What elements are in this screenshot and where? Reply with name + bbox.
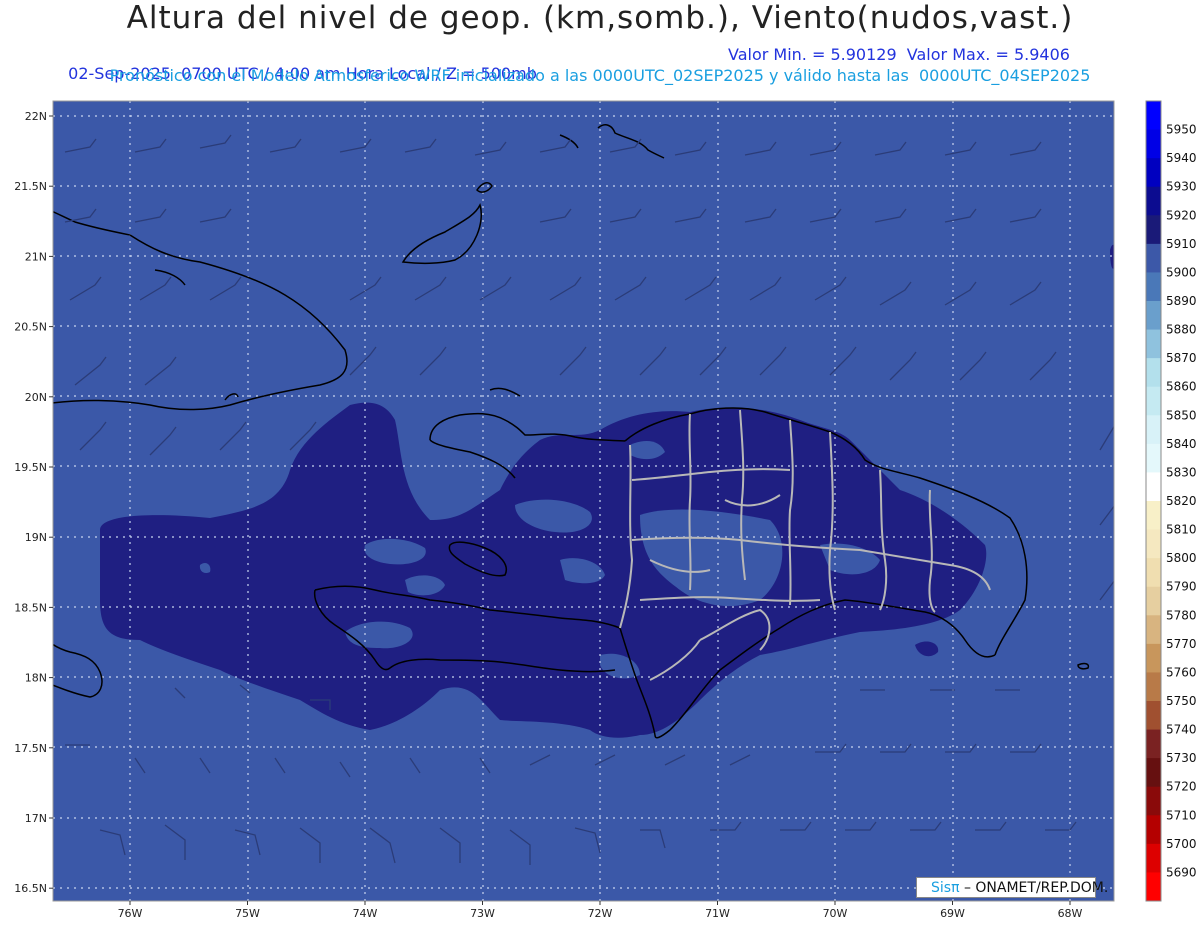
colorbar-swatch xyxy=(1146,158,1161,188)
lat-tick-label: 17.5N xyxy=(14,742,47,755)
lat-tick-label: 18.5N xyxy=(14,601,47,614)
colorbar-swatch xyxy=(1146,615,1161,645)
lon-tick-label: 76W xyxy=(118,907,143,920)
colorbar-swatch xyxy=(1146,443,1161,473)
colorbar-swatch xyxy=(1146,101,1161,131)
colorbar-level-label: 5930 xyxy=(1166,180,1197,194)
colorbar-level-label: 5710 xyxy=(1166,808,1197,822)
colorbar-swatch xyxy=(1146,272,1161,302)
colorbar-swatch xyxy=(1146,643,1161,673)
colorbar-level-label: 5740 xyxy=(1166,723,1197,737)
colorbar-swatch xyxy=(1146,529,1161,559)
colorbar-level-label: 5760 xyxy=(1166,665,1197,679)
colorbar-level-label: 5880 xyxy=(1166,323,1197,337)
colorbar-swatch xyxy=(1146,415,1161,445)
colorbar-swatch xyxy=(1146,329,1161,359)
lat-tick-label: 17N xyxy=(25,812,47,825)
lon-tick-label: 75W xyxy=(235,907,260,920)
lat-tick-label: 20N xyxy=(25,391,47,404)
colorbar-level-label: 5770 xyxy=(1166,637,1197,651)
colorbar-level-label: 5800 xyxy=(1166,551,1197,565)
colorbar-level-label: 5920 xyxy=(1166,208,1197,222)
colorbar-swatch xyxy=(1146,872,1161,902)
colorbar-swatch xyxy=(1146,701,1161,731)
colorbar-level-label: 5870 xyxy=(1166,351,1197,365)
colorbar: 5950 5940 5930 5920 5910 5900 5890 5880 5870 5860… xyxy=(1145,100,1197,902)
colorbar-level-label: 5850 xyxy=(1166,408,1197,422)
colorbar-swatch xyxy=(1146,815,1161,845)
colorbar-swatch xyxy=(1146,301,1161,331)
credit-text: – ONAMET/REP.DOM. xyxy=(959,880,1109,896)
lat-tick-label: 21N xyxy=(25,250,47,263)
credit-box: Sisπ – ONAMET/REP.DOM. xyxy=(916,877,1108,898)
colorbar-swatch xyxy=(1146,843,1161,873)
colorbar-level-label: 5830 xyxy=(1166,465,1197,479)
colorbar-swatch xyxy=(1146,672,1161,702)
colorbar-level-label: 5700 xyxy=(1166,837,1197,851)
colorbar-swatch xyxy=(1146,129,1161,159)
lat-tick-label: 16.5N xyxy=(14,882,47,895)
colorbar-swatch xyxy=(1146,243,1161,273)
colorbar-swatch xyxy=(1146,558,1161,588)
lon-tick-label: 69W xyxy=(940,907,965,920)
lon-tick-label: 72W xyxy=(588,907,613,920)
colorbar-swatch xyxy=(1146,586,1161,616)
colorbar-swatch xyxy=(1146,501,1161,531)
colorbar-swatch xyxy=(1146,472,1161,502)
lat-tick-label: 19N xyxy=(25,531,47,544)
lon-tick-label: 68W xyxy=(1058,907,1083,920)
colorbar-level-label: 5860 xyxy=(1166,380,1197,394)
colorbar-level-label: 5900 xyxy=(1166,265,1197,279)
lat-tick-label: 19.5N xyxy=(14,461,47,474)
lon-tick-label: 71W xyxy=(705,907,730,920)
colorbar-level-label: 5910 xyxy=(1166,237,1197,251)
longitude-axis: 76W 75W 74W 73W 72W 71W 70W 69W 68W xyxy=(118,901,1083,920)
colorbar-level-label: 5780 xyxy=(1166,608,1197,622)
colorbar-swatch xyxy=(1146,358,1161,388)
colorbar-level-label: 5940 xyxy=(1166,151,1197,165)
colorbar-swatch xyxy=(1146,386,1161,416)
colorbar-level-label: 5810 xyxy=(1166,523,1197,537)
lat-tick-label: 20.5N xyxy=(14,321,47,334)
colorbar-level-label: 5790 xyxy=(1166,580,1197,594)
lat-tick-label: 18N xyxy=(25,672,47,685)
map-canvas: 22N 21.5N 21N 20.5N 20N 19.5N 19N 18.5N 18N 17.5N… xyxy=(14,100,1197,920)
colorbar-level-label: 5950 xyxy=(1166,123,1197,137)
colorbar-swatch xyxy=(1146,186,1161,216)
sis-logo-text: Sisπ xyxy=(931,880,960,896)
colorbar-level-label: 5750 xyxy=(1166,694,1197,708)
colorbar-level-label: 5840 xyxy=(1166,437,1197,451)
colorbar-swatch xyxy=(1146,729,1161,759)
lon-tick-label: 74W xyxy=(353,907,378,920)
colorbar-level-label: 5690 xyxy=(1166,865,1197,879)
latitude-axis: 22N 21.5N 21N 20.5N 20N 19.5N 19N 18.5N 18N 17.5N… xyxy=(14,110,53,895)
colorbar-level-label: 5820 xyxy=(1166,494,1197,508)
colorbar-swatch xyxy=(1146,215,1161,245)
colorbar-level-label: 5730 xyxy=(1166,751,1197,765)
colorbar-swatch xyxy=(1146,786,1161,816)
colorbar-level-label: 5720 xyxy=(1166,780,1197,794)
lon-tick-label: 73W xyxy=(470,907,495,920)
colorbar-swatch xyxy=(1146,758,1161,788)
colorbar-level-label: 5890 xyxy=(1166,294,1197,308)
lat-tick-label: 22N xyxy=(25,110,47,123)
lat-tick-label: 21.5N xyxy=(14,180,47,193)
lon-tick-label: 70W xyxy=(823,907,848,920)
